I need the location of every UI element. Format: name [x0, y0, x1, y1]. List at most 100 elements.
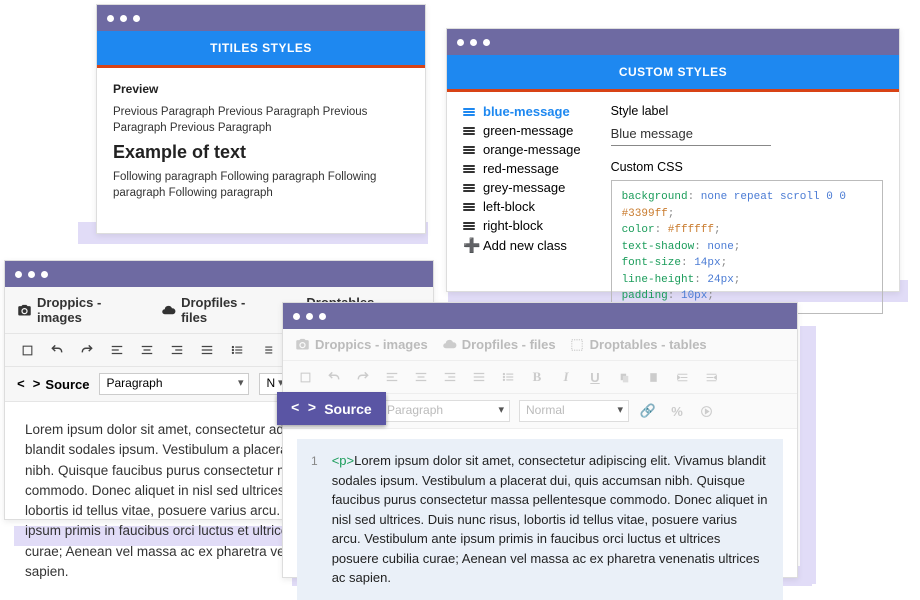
- traffic-dot: [133, 15, 140, 22]
- custom-css-editor[interactable]: background: none repeat scroll 0 0 #3399…: [611, 180, 883, 314]
- droptables-button-disabled: Droptables - tables: [570, 337, 707, 352]
- window-titlebar: [447, 29, 899, 55]
- traffic-dot: [107, 15, 114, 22]
- redo-icon[interactable]: [77, 340, 97, 360]
- list-bullet-icon[interactable]: [227, 340, 247, 360]
- source-label: Source: [45, 377, 89, 392]
- paste-icon: [643, 367, 663, 387]
- traffic-dot: [15, 271, 22, 278]
- align-center-icon: [411, 367, 431, 387]
- class-label: grey-message: [483, 180, 565, 195]
- font-select-disabled: Normal: [519, 400, 629, 422]
- custom-header: CUSTOM STYLES: [447, 55, 899, 92]
- class-label: green-message: [483, 123, 573, 138]
- stack-icon: [463, 146, 475, 154]
- link-icon: 🔗: [638, 401, 658, 421]
- stack-icon: [463, 203, 475, 211]
- camera-icon: [17, 303, 32, 318]
- custom-css-caption: Custom CSS: [611, 160, 883, 174]
- window-titlebar: [283, 303, 797, 329]
- class-item-grey-message[interactable]: grey-message: [463, 180, 581, 195]
- paragraph-select[interactable]: Paragraph: [99, 373, 249, 395]
- class-label: left-block: [483, 199, 535, 214]
- titles-header: TITILES STYLES: [97, 31, 425, 68]
- stack-icon: [463, 108, 475, 116]
- source-code-text[interactable]: <p>Lorem ipsum dolor sit amet, consectet…: [332, 451, 769, 588]
- droppics-button[interactable]: Droppics - images: [17, 295, 147, 325]
- dropfiles-button-disabled: Dropfiles - files: [442, 337, 556, 352]
- droppics-label: Droppics - images: [315, 337, 428, 352]
- align-left-icon[interactable]: [107, 340, 127, 360]
- dropfiles-button[interactable]: Dropfiles - files: [161, 295, 273, 325]
- play-icon: [696, 401, 716, 421]
- class-item-green-message[interactable]: green-message: [463, 123, 581, 138]
- class-item-right-block[interactable]: right-block: [463, 218, 581, 233]
- stack-icon: [463, 127, 475, 135]
- align-justify-icon[interactable]: [197, 340, 217, 360]
- table-icon: [570, 337, 585, 352]
- align-justify-icon: [469, 367, 489, 387]
- cloud-icon: [442, 337, 457, 352]
- indent-left-icon: [672, 367, 692, 387]
- traffic-dot: [28, 271, 35, 278]
- preview-label: Preview: [113, 82, 409, 96]
- bold-icon: B: [527, 367, 547, 387]
- source-code-area[interactable]: 1 <p>Lorem ipsum dolor sit amet, consect…: [297, 439, 783, 600]
- traffic-dot: [120, 15, 127, 22]
- align-left-icon: [382, 367, 402, 387]
- droptables-label: Droptables - tables: [590, 337, 707, 352]
- list-bullet-icon: [498, 367, 518, 387]
- align-center-icon[interactable]: [137, 340, 157, 360]
- indent-right-icon: [701, 367, 721, 387]
- align-right-icon: [440, 367, 460, 387]
- traffic-dot: [457, 39, 464, 46]
- traffic-dot: [483, 39, 490, 46]
- maximize-icon: [295, 367, 315, 387]
- percent-icon: %: [667, 401, 687, 421]
- style-label-caption: Style label: [611, 104, 883, 118]
- class-item-left-block[interactable]: left-block: [463, 199, 581, 214]
- traffic-dot: [319, 313, 326, 320]
- dropfiles-label: Dropfiles - files: [462, 337, 556, 352]
- paragraph-select-disabled: Paragraph: [380, 400, 510, 422]
- class-label: red-message: [483, 161, 559, 176]
- plus-icon: ➕: [463, 237, 475, 254]
- class-label: orange-message: [483, 142, 581, 157]
- traffic-dot: [41, 271, 48, 278]
- cloud-icon: [161, 303, 176, 318]
- class-list: blue-message green-message orange-messag…: [463, 104, 581, 314]
- stack-icon: [463, 222, 475, 230]
- traffic-dot: [306, 313, 313, 320]
- traffic-dot: [470, 39, 477, 46]
- source-label: Source: [324, 401, 371, 417]
- preview-example-text: Example of text: [113, 142, 409, 163]
- italic-icon: I: [556, 367, 576, 387]
- source-button[interactable]: < > Source: [17, 377, 89, 392]
- preview-prev-paragraph: Previous Paragraph Previous Paragraph Pr…: [113, 104, 409, 136]
- window-titlebar: [97, 5, 425, 31]
- code-icon: < >: [17, 377, 40, 392]
- code-icon: < >: [291, 401, 316, 417]
- class-label: right-block: [483, 218, 543, 233]
- class-item-blue-message[interactable]: blue-message: [463, 104, 581, 119]
- droppics-label: Droppics - images: [37, 295, 147, 325]
- maximize-icon[interactable]: [17, 340, 37, 360]
- undo-icon[interactable]: [47, 340, 67, 360]
- add-new-class-button[interactable]: ➕ Add new class: [463, 237, 581, 254]
- underline-icon: U: [585, 367, 605, 387]
- style-label-input[interactable]: Blue message: [611, 124, 771, 146]
- list-number-icon[interactable]: [257, 340, 277, 360]
- droppics-button-disabled: Droppics - images: [295, 337, 428, 352]
- stack-icon: [463, 165, 475, 173]
- traffic-dot: [293, 313, 300, 320]
- add-new-label: Add new class: [483, 238, 567, 253]
- class-item-orange-message[interactable]: orange-message: [463, 142, 581, 157]
- source-active-button[interactable]: < > Source: [277, 393, 386, 425]
- class-label: blue-message: [483, 104, 570, 119]
- format-toolbar-disabled: B I U: [283, 361, 797, 394]
- redo-icon: [353, 367, 373, 387]
- align-right-icon[interactable]: [167, 340, 187, 360]
- class-item-red-message[interactable]: red-message: [463, 161, 581, 176]
- copy-icon: [614, 367, 634, 387]
- window-titlebar: [5, 261, 433, 287]
